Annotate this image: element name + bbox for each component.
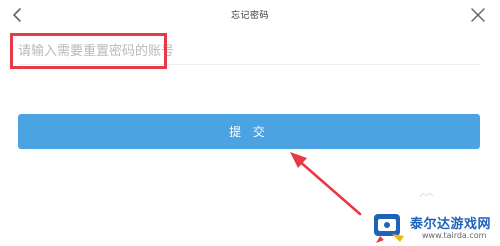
watermark-name: 泰尔达游戏网: [410, 217, 492, 232]
page-title: 忘记密码: [230, 11, 269, 21]
close-icon: [471, 8, 485, 22]
watermark-url: www.tairda.com: [422, 231, 487, 240]
watermark: 泰尔达游戏网 www.tairda.com: [370, 204, 500, 246]
submit-button[interactable]: 提 交: [18, 114, 480, 149]
account-input[interactable]: [18, 38, 480, 65]
close-button[interactable]: [465, 3, 491, 27]
faint-glyph-mark: [419, 192, 434, 198]
watermark-logo-icon: [374, 214, 404, 243]
header-bar: 忘记密码: [0, 0, 500, 30]
